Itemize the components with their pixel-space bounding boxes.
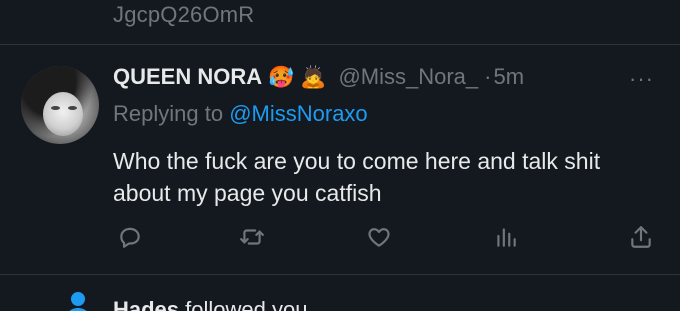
tweet-header: QUEEN NORA 🥵 🙇 @Miss_Nora_ · 5m <box>113 64 524 90</box>
timestamp[interactable]: 5m <box>493 64 524 90</box>
replying-to-mention[interactable]: @MissNoraxo <box>229 101 367 126</box>
avatar[interactable] <box>21 66 99 144</box>
tweet-text: Who the fuck are you to come here and ta… <box>113 148 601 206</box>
like-icon[interactable] <box>364 222 394 252</box>
divider <box>0 44 680 45</box>
display-name[interactable]: QUEEN NORA <box>113 64 262 90</box>
timestamp-separator: · <box>484 64 492 89</box>
bowing-emoji: 🙇 <box>300 65 327 89</box>
handle[interactable]: @Miss_Nora_ <box>338 64 478 90</box>
analytics-icon[interactable] <box>491 222 521 252</box>
replying-to-label: Replying to <box>113 101 224 126</box>
tweet-actions <box>0 222 680 252</box>
notifications-page: JgcpQ26OmR QUEEN NORA 🥵 🙇 @Miss_Nora_ · … <box>0 0 680 311</box>
follow-notification-text: Hades followed you <box>113 297 307 311</box>
follow-action-text: followed you <box>185 297 308 311</box>
hot-face-emoji: 🥵 <box>268 65 295 89</box>
share-icon[interactable] <box>626 222 656 252</box>
divider <box>0 274 680 275</box>
previous-tweet-text[interactable]: JgcpQ26OmR <box>113 2 254 28</box>
follower-name[interactable]: Hades <box>113 297 179 311</box>
follow-notification[interactable]: Hades followed you <box>0 276 680 311</box>
retweet-icon[interactable] <box>237 222 267 252</box>
more-options-icon[interactable]: ··· <box>629 66 654 92</box>
replying-to: Replying to @MissNoraxo <box>113 101 368 127</box>
person-icon <box>63 290 93 311</box>
reply-icon[interactable] <box>115 222 145 252</box>
